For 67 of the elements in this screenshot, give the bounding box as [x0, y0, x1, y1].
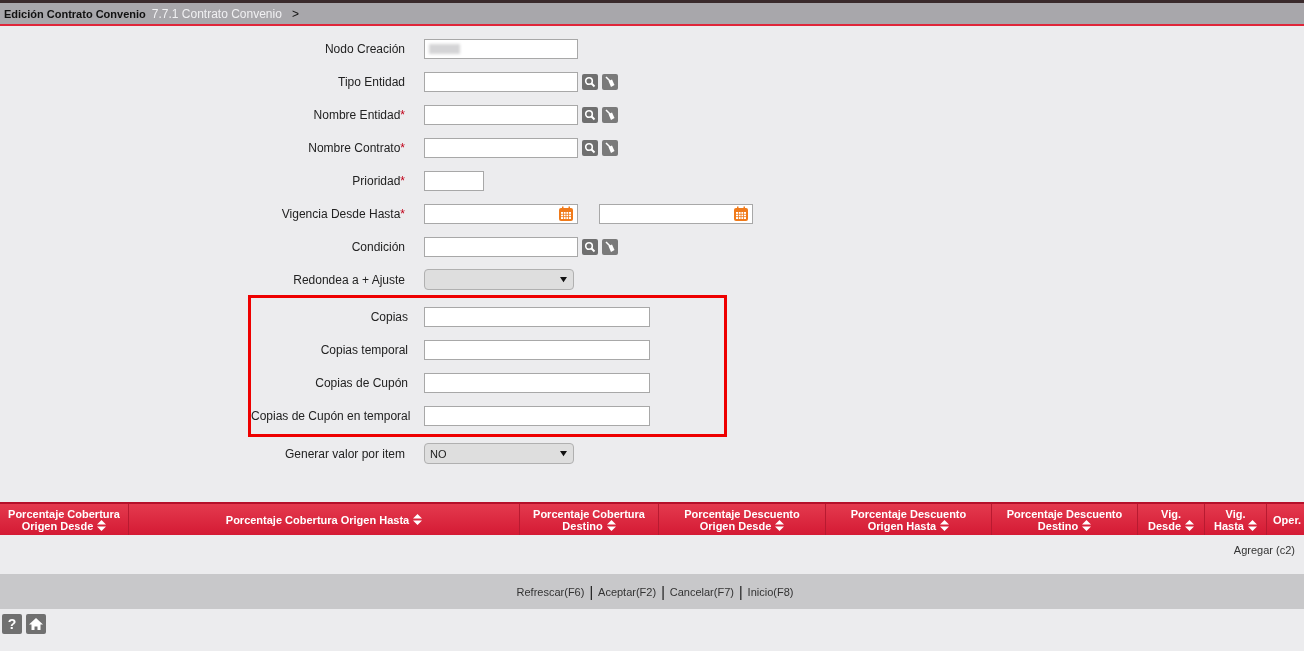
search-icon[interactable]: [582, 139, 598, 156]
footer-link[interactable]: Refrescar(F6): [516, 585, 585, 598]
field-label: Nombre Entidad*: [312, 107, 406, 122]
input-field[interactable]: [424, 236, 578, 257]
field-label: Condición: [350, 239, 406, 254]
field-label: Prioridad*: [351, 173, 406, 188]
calendar-icon[interactable]: [558, 205, 574, 222]
column-header[interactable]: Porcentaje Cobertura Destino: [520, 504, 659, 535]
caret-icon: [560, 450, 567, 457]
add-link[interactable]: Agregar (c2): [1233, 544, 1295, 561]
field-label: Vigencia Desde Hasta*: [280, 206, 406, 221]
broom-icon[interactable]: [602, 238, 618, 255]
separator-mark: |: [589, 583, 594, 600]
broom-icon[interactable]: [602, 106, 618, 123]
sort-icon[interactable]: [775, 519, 785, 531]
caret-icon: [560, 276, 567, 283]
search-icon[interactable]: [582, 238, 598, 255]
input-field[interactable]: [424, 405, 650, 426]
help-icon[interactable]: ?: [2, 614, 22, 634]
field-label: Copias de Cupón: [314, 375, 409, 390]
sort-icon[interactable]: [606, 519, 616, 531]
field-label: Generar valor por item: [283, 446, 406, 461]
search-icon[interactable]: [582, 106, 598, 123]
column-header[interactable]: Porcentaje Descuento Origen Desde: [659, 504, 826, 535]
column-header[interactable]: Porcentaje Descuento Destino: [992, 504, 1138, 535]
field-label: Nombre Contrato*: [307, 140, 406, 155]
field-label: Redondea a + Ajuste: [292, 272, 406, 287]
field-label: Nodo Creación: [323, 41, 406, 56]
column-header[interactable]: Porcentaje Cobertura Origen Desde: [0, 504, 129, 535]
column-header[interactable]: Vig. Hasta: [1205, 504, 1267, 535]
sort-icon[interactable]: [940, 519, 950, 531]
column-header[interactable]: Oper.: [1267, 504, 1304, 535]
input-field[interactable]: [424, 372, 650, 393]
broom-icon[interactable]: [602, 139, 618, 156]
column-header[interactable]: Porcentaje Descuento Origen Hasta: [826, 504, 992, 535]
date-field[interactable]: [599, 203, 753, 224]
footer-link[interactable]: Inicio(F8): [747, 585, 794, 598]
page-title: Edición Contrato Convenio: [4, 7, 146, 20]
input-field[interactable]: [424, 71, 578, 92]
sort-icon[interactable]: [413, 513, 423, 525]
calendar-icon[interactable]: [733, 205, 749, 222]
sort-icon[interactable]: [1185, 519, 1194, 531]
column-header[interactable]: Vig. Desde: [1138, 504, 1205, 535]
footer-link[interactable]: Cancelar(F7): [669, 585, 734, 598]
field-label: Copias: [369, 309, 409, 324]
input-field[interactable]: [424, 38, 578, 59]
field-label: Tipo Entidad: [337, 74, 406, 89]
input-field[interactable]: [424, 170, 484, 191]
separator-mark: |: [661, 583, 665, 600]
dropdown[interactable]: NO: [424, 443, 574, 464]
input-field[interactable]: [424, 104, 578, 125]
field-label: Copias temporal: [319, 342, 409, 357]
breadcrumb-separator: >: [291, 6, 299, 21]
input-field[interactable]: [424, 137, 578, 158]
field-label: Copias de Cupón en temporal: [251, 408, 412, 423]
sort-icon[interactable]: [97, 519, 107, 531]
date-field[interactable]: [424, 203, 578, 224]
home-icon[interactable]: [26, 614, 46, 634]
column-header[interactable]: Porcentaje Cobertura Origen Hasta: [129, 504, 520, 535]
sort-icon[interactable]: [1082, 519, 1092, 531]
input-field[interactable]: [424, 306, 650, 327]
broom-icon[interactable]: [602, 73, 618, 90]
sort-icon[interactable]: [1248, 519, 1257, 531]
footer-link[interactable]: Aceptar(F2): [598, 585, 657, 598]
separator-mark: |: [738, 583, 743, 600]
input-field[interactable]: [424, 339, 650, 360]
search-icon[interactable]: [582, 73, 598, 90]
